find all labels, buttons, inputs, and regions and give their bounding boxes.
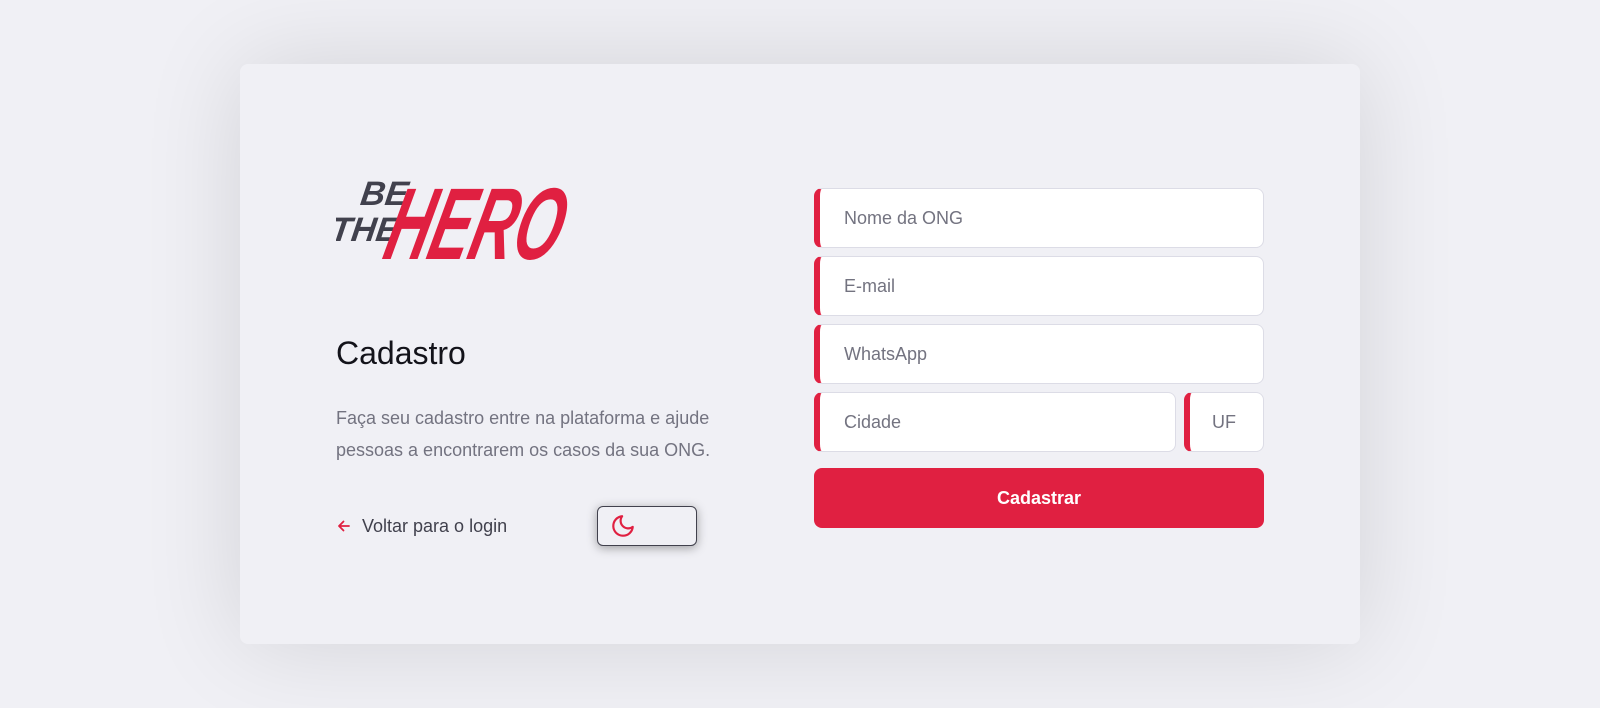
uf-input[interactable] xyxy=(1190,393,1263,451)
register-info: BE THE HERO Cadastro Faça seu cadastro e… xyxy=(336,158,736,547)
register-button[interactable]: Cadastrar xyxy=(814,468,1264,528)
actions-row: Voltar para o login xyxy=(336,506,736,547)
uf-field xyxy=(1184,392,1264,452)
register-card: BE THE HERO Cadastro Faça seu cadastro e… xyxy=(240,64,1360,644)
svg-text:HERO: HERO xyxy=(375,166,578,268)
ong-name-input[interactable] xyxy=(820,189,1263,247)
ong-name-field xyxy=(814,188,1264,248)
email-input[interactable] xyxy=(820,257,1263,315)
email-field xyxy=(814,256,1264,316)
location-row xyxy=(814,392,1264,460)
whatsapp-field xyxy=(814,324,1264,384)
city-field xyxy=(814,392,1176,452)
page-description: Faça seu cadastro entre na plataforma e … xyxy=(336,408,711,461)
theme-toggle-button[interactable] xyxy=(597,506,698,547)
back-to-login-link[interactable]: Voltar para o login xyxy=(336,516,507,537)
back-to-login-label: Voltar para o login xyxy=(362,515,508,536)
city-input[interactable] xyxy=(820,393,1175,451)
moon-icon xyxy=(612,515,634,538)
page-title: Cadastro xyxy=(336,335,466,371)
whatsapp-input[interactable] xyxy=(820,325,1263,383)
be-the-hero-logo: BE THE HERO xyxy=(336,166,579,268)
register-form: Cadastrar xyxy=(814,188,1264,528)
arrow-left-icon xyxy=(338,520,350,532)
